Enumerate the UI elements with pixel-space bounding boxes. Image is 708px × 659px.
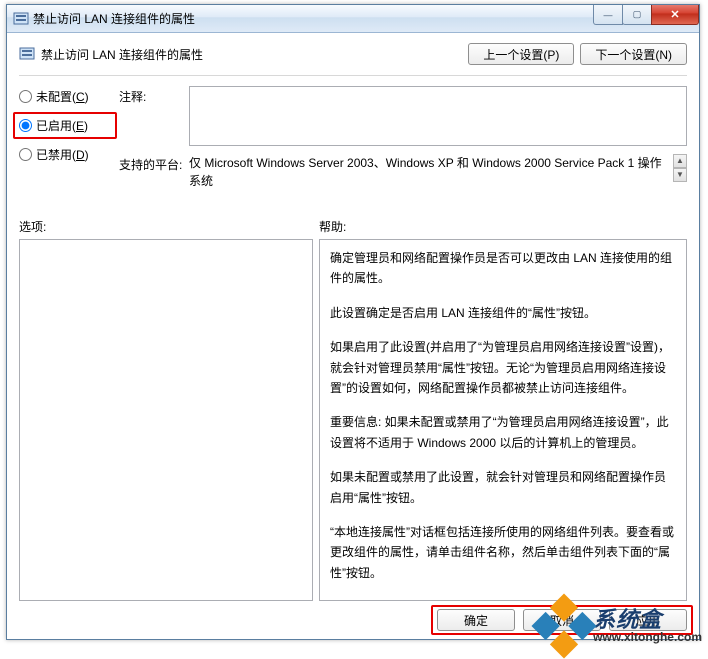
help-paragraph: 确定管理员和网络配置操作员是否可以更改由 LAN 连接使用的组件的属性。	[330, 248, 676, 289]
panes: 确定管理员和网络配置操作员是否可以更改由 LAN 连接使用的组件的属性。 此设置…	[19, 239, 687, 601]
window-caption: 禁止访问 LAN 连接组件的属性	[13, 10, 195, 27]
radio-disabled[interactable]: 已禁用(D)	[19, 146, 111, 163]
platform-label: 支持的平台:	[119, 154, 189, 173]
help-paragraph: 如果启用了此设置(并启用了“为管理员启用网络连接设置”设置)，就会针对管理员禁用…	[330, 337, 676, 398]
help-paragraph: 重要信息: 如果未配置或禁用了“为管理员启用网络连接设置”，此设置将不适用于 W…	[330, 412, 676, 453]
window-title: 禁止访问 LAN 连接组件的属性	[33, 10, 195, 27]
footer: 确定 取消 应用	[19, 601, 687, 631]
help-paragraph: 如果未配置或禁用了此设置，就会针对管理员和网络配置操作员启用“属性”按钮。	[330, 467, 676, 508]
platform-text: 仅 Microsoft Windows Server 2003、Windows …	[189, 154, 687, 190]
close-button[interactable]: ✕	[651, 5, 699, 25]
help-paragraph: “本地连接属性”对话框包括连接所使用的网络组件列表。要查看或更改组件的属性，请单…	[330, 522, 676, 583]
ok-button[interactable]: 确定	[437, 609, 515, 631]
comment-label: 注释:	[119, 86, 189, 105]
right-column: 注释: 支持的平台: 仅 Microsoft Windows Server 20…	[119, 86, 687, 198]
pane-labels: 选项: 帮助:	[19, 218, 687, 235]
client-area: 禁止访问 LAN 连接组件的属性 上一个设置(P) 下一个设置(N) 未配置(C…	[7, 33, 699, 639]
minimize-button[interactable]: —	[593, 5, 623, 25]
config-block: 未配置(C) 已启用(E) 已禁用(D) 注释:	[19, 86, 687, 198]
radio-disabled-input[interactable]	[19, 148, 32, 161]
dialog-window: 禁止访问 LAN 连接组件的属性 — ▢ ✕ 禁止访问 LAN 连接组件的属性 …	[6, 4, 700, 640]
help-paragraph: 此设置确定是否启用 LAN 连接组件的“属性”按钮。	[330, 303, 676, 323]
header-row: 禁止访问 LAN 连接组件的属性 上一个设置(P) 下一个设置(N)	[19, 43, 687, 65]
comment-input[interactable]	[189, 86, 687, 146]
radio-enabled-input[interactable]	[19, 119, 32, 132]
policy-icon	[19, 46, 35, 62]
radio-not-configured-input[interactable]	[19, 90, 32, 103]
prev-setting-button[interactable]: 上一个设置(P)	[468, 43, 574, 65]
apply-button[interactable]: 应用	[609, 609, 687, 631]
next-setting-button[interactable]: 下一个设置(N)	[580, 43, 687, 65]
policy-title-text: 禁止访问 LAN 连接组件的属性	[41, 46, 203, 63]
platform-row: 支持的平台: 仅 Microsoft Windows Server 2003、W…	[119, 154, 687, 190]
divider	[19, 75, 687, 76]
help-pane[interactable]: 确定管理员和网络配置操作员是否可以更改由 LAN 连接使用的组件的属性。 此设置…	[319, 239, 687, 601]
cancel-button[interactable]: 取消	[523, 609, 601, 631]
radio-enabled-highlight: 已启用(E)	[13, 112, 117, 139]
policy-icon	[13, 11, 29, 27]
help-label: 帮助:	[319, 218, 346, 235]
comment-row: 注释:	[119, 86, 687, 146]
ok-highlight: 确定 取消 应用	[431, 605, 693, 635]
radio-enabled[interactable]: 已启用(E)	[19, 117, 88, 134]
window-buttons: — ▢ ✕	[594, 5, 699, 25]
state-radios: 未配置(C) 已启用(E) 已禁用(D)	[19, 86, 111, 198]
titlebar: 禁止访问 LAN 连接组件的属性 — ▢ ✕	[7, 5, 699, 33]
scroll-down-icon[interactable]: ▼	[673, 168, 687, 182]
policy-title: 禁止访问 LAN 连接组件的属性	[19, 46, 203, 63]
platform-scroll: ▲ ▼	[673, 154, 687, 182]
nav-buttons: 上一个设置(P) 下一个设置(N)	[468, 43, 687, 65]
maximize-button[interactable]: ▢	[622, 5, 652, 25]
radio-not-configured[interactable]: 未配置(C)	[19, 88, 111, 105]
scroll-up-icon[interactable]: ▲	[673, 154, 687, 168]
options-pane[interactable]	[19, 239, 313, 601]
options-label: 选项:	[19, 218, 319, 235]
